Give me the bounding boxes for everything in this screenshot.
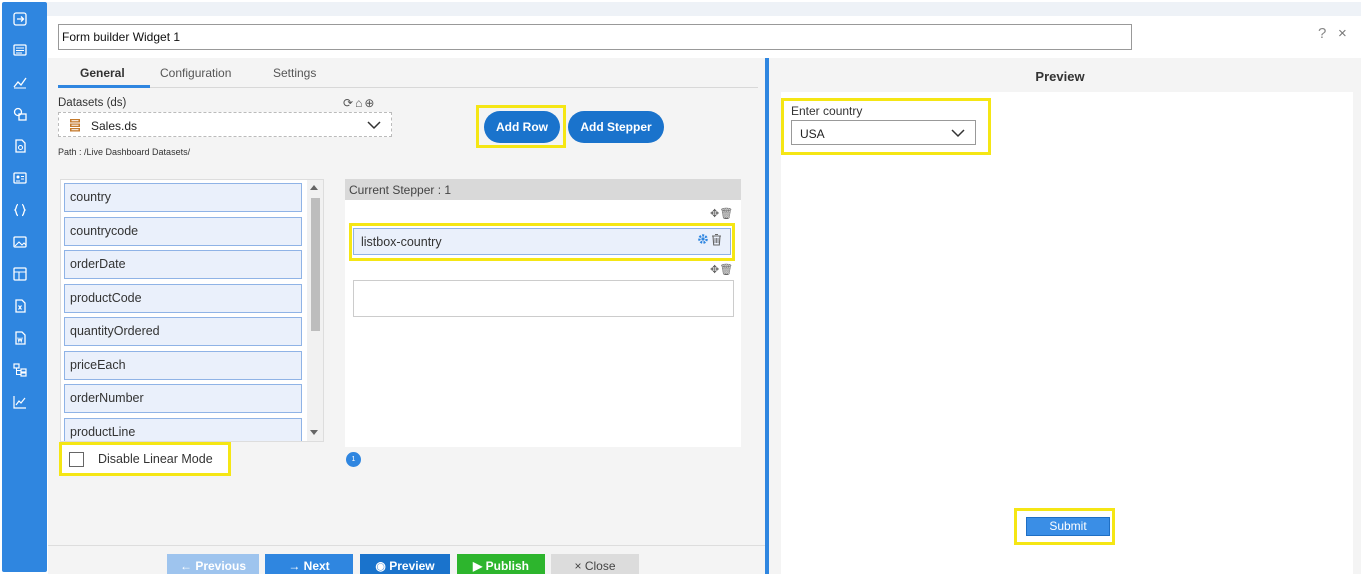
document-icon[interactable] xyxy=(12,138,28,154)
field-item-orderdate[interactable]: orderDate xyxy=(64,250,302,279)
delete-icon[interactable]: 🗑 xyxy=(719,264,733,276)
arrow-left-icon: ← xyxy=(179,559,196,573)
image-icon[interactable] xyxy=(12,234,28,250)
tab-settings[interactable]: Settings xyxy=(273,66,316,80)
word-icon[interactable] xyxy=(12,330,28,346)
tab-general[interactable]: General xyxy=(80,66,125,80)
form-builder-window: ? × General Configuration Settings Datas… xyxy=(0,0,1363,574)
contact-card-icon[interactable] xyxy=(12,170,28,186)
field-item-productcode[interactable]: productCode xyxy=(64,284,302,313)
footer-toolbar: ← Previous → Next ◉ Preview ▶ Publish × … xyxy=(48,545,765,574)
current-stepper-header: Current Stepper : 1 xyxy=(345,179,741,200)
add-stepper-button[interactable]: Add Stepper xyxy=(568,111,664,143)
tab-configuration[interactable]: Configuration xyxy=(160,66,231,80)
eye-icon: ◉ xyxy=(375,559,390,573)
dataset-select[interactable]: Sales.ds xyxy=(58,112,392,137)
previous-button[interactable]: ← Previous xyxy=(167,554,259,574)
empty-row-dropzone[interactable] xyxy=(353,280,734,317)
preview-title: Preview xyxy=(1035,69,1085,84)
hierarchy-icon[interactable] xyxy=(12,362,28,378)
datasets-label: Datasets (ds) xyxy=(58,97,127,109)
editor-tabs: General Configuration Settings xyxy=(58,58,758,88)
add-circle-icon[interactable]: ⊕ xyxy=(364,96,376,110)
list-icon[interactable] xyxy=(12,42,28,58)
dataset-tools: ⟳⌂⊕ xyxy=(343,96,376,110)
move-icon[interactable]: ✥ xyxy=(710,208,719,220)
row-2-tools: ✥🗑 xyxy=(710,263,733,276)
field-item-country[interactable]: country xyxy=(64,183,302,212)
country-field-highlight xyxy=(781,98,991,155)
field-item-countrycode[interactable]: countrycode xyxy=(64,217,302,246)
stepper-canvas: Current Stepper : 1 ✥🗑 listbox-country ✥… xyxy=(345,179,741,447)
left-icon-rail xyxy=(2,2,47,572)
add-row-button[interactable]: Add Row xyxy=(484,111,560,143)
scroll-down-icon[interactable] xyxy=(310,430,318,435)
refresh-icon[interactable]: ⟳ xyxy=(343,96,355,110)
preview-form: Enter country USA Submit xyxy=(781,92,1353,574)
submit-highlight xyxy=(1014,508,1115,545)
line-chart-icon[interactable] xyxy=(12,394,28,410)
dataset-selected-value: Sales.ds xyxy=(91,119,138,133)
editor-panel: General Configuration Settings Datasets … xyxy=(48,58,765,574)
scroll-up-icon[interactable] xyxy=(310,185,318,190)
scrollbar-thumb[interactable] xyxy=(311,198,320,331)
close-button[interactable]: × Close xyxy=(551,554,639,574)
code-braces-icon[interactable] xyxy=(12,202,28,218)
move-icon[interactable]: ✥ xyxy=(710,264,719,276)
active-tab-indicator xyxy=(58,85,150,88)
field-item-priceeach[interactable]: priceEach xyxy=(64,351,302,380)
analytics-icon[interactable] xyxy=(12,74,28,90)
play-icon: ▶ xyxy=(473,559,486,573)
listbox-highlight xyxy=(349,223,735,261)
help-icon[interactable]: ? xyxy=(1318,25,1326,42)
publish-button[interactable]: ▶ Publish xyxy=(457,554,545,574)
field-item-productline[interactable]: productLine xyxy=(64,418,302,441)
preview-panel: Preview Enter country USA Submit xyxy=(769,58,1361,574)
dataset-fields-list: country countrycode orderDate productCod… xyxy=(60,179,324,442)
close-window-icon[interactable]: × xyxy=(1338,25,1347,42)
delete-icon[interactable]: 🗑 xyxy=(719,208,733,220)
shapes-icon[interactable] xyxy=(12,106,28,122)
dataset-path: Path : /Live Dashboard Datasets/ xyxy=(58,147,191,157)
chevron-down-icon xyxy=(367,121,381,130)
preview-button[interactable]: ◉ Preview xyxy=(360,554,450,574)
field-item-quantityordered[interactable]: quantityOrdered xyxy=(64,317,302,346)
close-icon: × xyxy=(574,559,585,573)
database-icon xyxy=(70,119,80,132)
row-1-tools: ✥🗑 xyxy=(710,207,733,220)
dashboard-icon[interactable] xyxy=(12,266,28,282)
linear-mode-highlight xyxy=(59,442,231,476)
step-indicator[interactable]: 1 xyxy=(346,452,361,467)
fields-scrollbar[interactable] xyxy=(307,180,323,441)
login-icon[interactable] xyxy=(12,11,28,27)
window-top-frame xyxy=(47,2,1361,16)
excel-icon[interactable] xyxy=(12,298,28,314)
widget-name-input[interactable] xyxy=(58,24,1132,50)
next-button[interactable]: → Next xyxy=(265,554,353,574)
arrow-right-icon: → xyxy=(288,559,304,573)
field-item-ordernumber[interactable]: orderNumber xyxy=(64,384,302,413)
home-icon[interactable]: ⌂ xyxy=(355,96,364,110)
